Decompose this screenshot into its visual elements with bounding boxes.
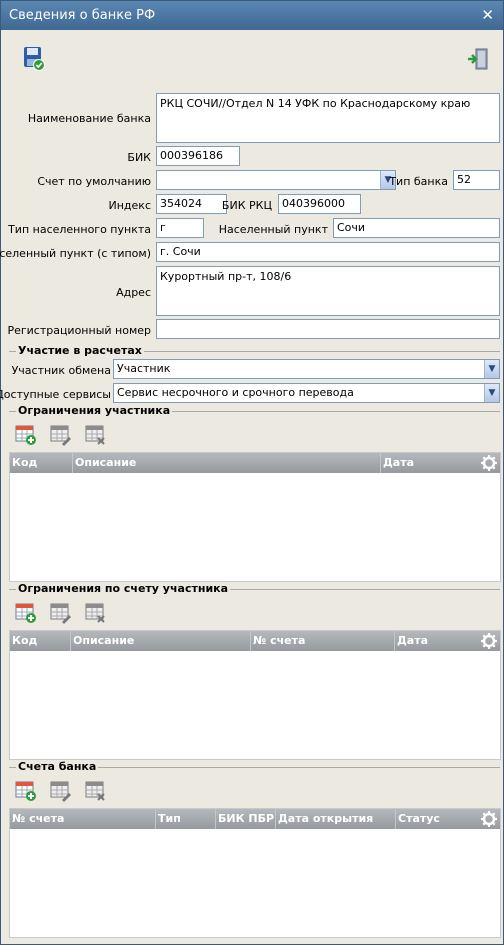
locality-type-label: Тип населенного пункта (8, 223, 151, 236)
column-header-code[interactable]: Код (10, 453, 72, 473)
bik-rkc-field[interactable]: 040396000 (278, 194, 361, 214)
settlements-section-title: Участие в расчетах (16, 344, 144, 357)
default-account-label: Счет по умолчанию (37, 175, 151, 188)
account-restrictions-grid-header: Код Описание № счета Дата (10, 631, 500, 651)
exit-icon[interactable] (466, 47, 490, 71)
column-header-date[interactable]: Дата (380, 453, 480, 473)
add-row-icon[interactable] (15, 424, 37, 446)
account-restrictions-grid[interactable]: Код Описание № счета Дата (9, 630, 501, 760)
account-restrictions-section-title: Ограничения по счету участника (16, 582, 231, 595)
column-header-description[interactable]: Описание (70, 631, 250, 651)
window-title: Сведения о банке РФ (9, 8, 156, 23)
reg-number-field[interactable] (156, 319, 500, 339)
bik-field[interactable]: 000396186 (156, 146, 240, 166)
column-header-bik-pbr[interactable]: БИК ПБР (215, 809, 275, 829)
column-header-open-date[interactable]: Дата открытия (275, 809, 395, 829)
save-icon[interactable] (22, 46, 46, 72)
delete-row-icon[interactable] (85, 602, 107, 624)
edit-row-icon[interactable] (50, 602, 72, 624)
restrictions-section-title: Ограничения участника (16, 404, 173, 417)
restrictions-grid-header: Код Описание Дата (10, 453, 500, 473)
address-field[interactable]: Курортный пр-т, 108/6 (156, 266, 500, 316)
column-header-type[interactable]: Тип (155, 809, 215, 829)
bik-label: БИК (127, 151, 151, 164)
exchange-participant-label: Участник обмена (11, 364, 111, 377)
bank-name-field[interactable]: РКЦ СОЧИ//Отдел N 14 УФК по Краснодарско… (156, 93, 500, 143)
bank-accounts-section-title: Счета банка (16, 760, 99, 773)
bik-rkc-label: БИК РКЦ (221, 199, 272, 212)
column-header-account-number[interactable]: № счета (250, 631, 394, 651)
bank-accounts-grid[interactable]: № счета Тип БИК ПБР Дата открытия Статус (9, 808, 501, 938)
column-header-description[interactable]: Описание (72, 453, 380, 473)
locality-with-type-label: Населенный пункт (с типом) (0, 247, 151, 260)
locality-field[interactable]: Сочи (333, 218, 500, 238)
bank-type-label: Тип банка (389, 175, 448, 188)
address-label: Адрес (116, 286, 151, 299)
chevron-down-icon[interactable]: ▼ (484, 360, 499, 378)
delete-row-icon[interactable] (85, 424, 107, 446)
chevron-down-icon[interactable]: ▼ (484, 384, 499, 402)
gear-icon[interactable] (480, 454, 498, 472)
delete-row-icon[interactable] (85, 780, 107, 802)
edit-row-icon[interactable] (50, 424, 72, 446)
restrictions-grid[interactable]: Код Описание Дата (9, 452, 501, 582)
column-header-code[interactable]: Код (10, 631, 70, 651)
close-icon[interactable]: ✕ (481, 6, 494, 24)
gear-icon[interactable] (480, 632, 498, 650)
reg-number-label: Регистрационный номер (7, 324, 151, 337)
locality-type-field[interactable]: г (156, 218, 204, 238)
index-field[interactable]: 354024 (156, 194, 227, 214)
add-row-icon[interactable] (15, 602, 37, 624)
column-header-date[interactable]: Дата (394, 631, 480, 651)
locality-label: Населенный пункт (218, 223, 328, 236)
index-label: Индекс (108, 199, 152, 212)
bank-info-window: Сведения о банке РФ ✕ Наименование банка… (0, 0, 504, 945)
gear-icon[interactable] (480, 810, 498, 828)
locality-with-type-field[interactable]: г. Сочи (156, 242, 500, 262)
bank-accounts-grid-header: № счета Тип БИК ПБР Дата открытия Статус (10, 809, 500, 829)
column-header-account-number[interactable]: № счета (10, 809, 155, 829)
exchange-participant-select[interactable]: Участник ▼ (113, 359, 500, 379)
bank-name-label: Наименование банка (27, 112, 151, 125)
column-header-status[interactable]: Статус (395, 809, 480, 829)
add-row-icon[interactable] (15, 780, 37, 802)
bank-type-field[interactable]: 52 (453, 170, 500, 190)
edit-row-icon[interactable] (50, 780, 72, 802)
services-label: Доступные сервисы (0, 388, 111, 401)
services-select[interactable]: Сервис несрочного и срочного перевода ▼ (113, 383, 500, 403)
default-account-select[interactable]: ▼ (156, 170, 396, 190)
title-bar: Сведения о банке РФ ✕ (1, 1, 503, 30)
